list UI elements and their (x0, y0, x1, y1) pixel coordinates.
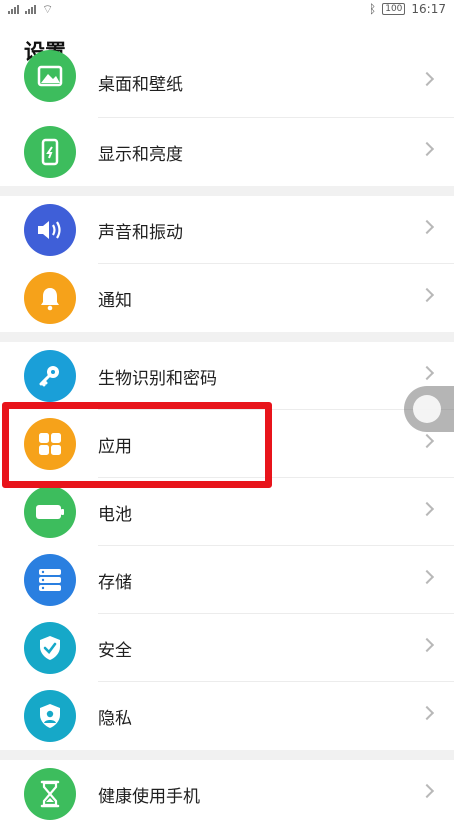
floating-assistive-button[interactable] (404, 386, 454, 432)
settings-item-storage[interactable]: 存储 (0, 546, 454, 614)
settings-item-apps[interactable]: 应用 (0, 410, 454, 478)
chevron-right-icon (419, 287, 435, 303)
chevron-right-icon (419, 637, 435, 653)
battery-indicator: 100 (382, 3, 406, 15)
chevron-right-icon (419, 365, 435, 381)
signal-icon-2 (25, 4, 36, 14)
settings-group: 健康使用手机 (0, 760, 454, 821)
settings-item-privacy[interactable]: 隐私 (0, 682, 454, 750)
speaker-icon (24, 204, 76, 256)
status-bar: ⌔ ᛒ 100 16:17 (0, 0, 454, 18)
group-separator (0, 332, 454, 342)
signal-icon (8, 4, 19, 14)
chevron-right-icon (419, 141, 435, 157)
assistive-dot-icon (413, 395, 441, 423)
shield-check-icon (24, 622, 76, 674)
wifi-icon: ⌔ (42, 1, 54, 16)
settings-item-label: 应用 (98, 436, 132, 457)
settings-item-battery[interactable]: 电池 (0, 478, 454, 546)
settings-list: 桌面和壁纸 显示和亮度 声音和振动 通知 生物识别和密码 应用 电池 存储 安全… (0, 50, 454, 821)
bluetooth-icon: ᛒ (369, 2, 377, 16)
group-separator (0, 750, 454, 760)
status-right: ᛒ 100 16:17 (369, 2, 446, 16)
chevron-right-icon (419, 569, 435, 585)
chevron-right-icon (419, 219, 435, 235)
settings-item-label: 电池 (98, 504, 132, 525)
settings-group: 桌面和壁纸 显示和亮度 (0, 50, 454, 186)
group-separator (0, 186, 454, 196)
settings-item-biometric[interactable]: 生物识别和密码 (0, 342, 454, 410)
storage-icon (24, 554, 76, 606)
status-left: ⌔ (8, 2, 53, 17)
chevron-right-icon (419, 783, 435, 799)
settings-item-notify[interactable]: 通知 (0, 264, 454, 332)
settings-item-label: 存储 (98, 572, 132, 593)
chevron-right-icon (419, 433, 435, 449)
settings-item-label: 健康使用手机 (98, 786, 200, 807)
settings-item-desktop[interactable]: 桌面和壁纸 (0, 50, 454, 118)
settings-item-label: 桌面和壁纸 (98, 75, 183, 95)
apps-grid-icon (24, 418, 76, 470)
settings-item-label: 声音和振动 (98, 222, 183, 243)
chevron-right-icon (419, 501, 435, 517)
clock: 16:17 (411, 2, 446, 16)
phone-brightness-icon (24, 126, 76, 178)
privacy-shield-icon (24, 690, 76, 742)
hourglass-icon (24, 768, 76, 820)
image-icon (24, 50, 76, 102)
settings-item-display[interactable]: 显示和亮度 (0, 118, 454, 186)
key-icon (24, 350, 76, 402)
settings-item-label: 显示和亮度 (98, 144, 183, 165)
settings-item-label: 通知 (98, 290, 132, 311)
settings-item-label: 安全 (98, 640, 132, 661)
settings-item-health[interactable]: 健康使用手机 (0, 760, 454, 821)
settings-group: 声音和振动 通知 (0, 196, 454, 332)
settings-item-sound[interactable]: 声音和振动 (0, 196, 454, 264)
battery-icon (24, 486, 76, 538)
bell-icon (24, 272, 76, 324)
settings-item-label: 隐私 (98, 708, 132, 729)
settings-item-label: 生物识别和密码 (98, 368, 217, 389)
settings-group: 生物识别和密码 应用 电池 存储 安全 隐私 (0, 342, 454, 750)
settings-item-security[interactable]: 安全 (0, 614, 454, 682)
chevron-right-icon (419, 71, 435, 87)
chevron-right-icon (419, 705, 435, 721)
